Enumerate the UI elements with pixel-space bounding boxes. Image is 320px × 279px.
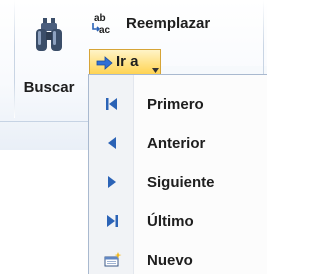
new-record-icon <box>104 252 122 268</box>
replace-button[interactable]: ab ac Reemplazar <box>90 10 240 38</box>
menu-item-label: Siguiente <box>147 174 215 191</box>
menu-item-last[interactable]: Último <box>89 202 268 240</box>
menu-item-label: Nuevo <box>147 252 193 269</box>
svg-text:ac: ac <box>99 25 111 36</box>
goto-dropdown-menu: Primero Anterior Siguiente Último Nuevo <box>88 74 267 274</box>
arrow-right-icon <box>96 56 114 70</box>
ribbon-divider <box>0 121 93 122</box>
menu-item-label: Primero <box>147 96 204 113</box>
next-record-icon <box>104 174 120 190</box>
menu-item-next[interactable]: Siguiente <box>89 163 268 201</box>
chevron-down-icon <box>152 60 159 73</box>
goto-button-label: Ir a <box>116 53 139 70</box>
binoculars-icon <box>34 18 64 54</box>
menu-item-label: Anterior <box>147 135 206 152</box>
find-button-label: Buscar <box>23 79 75 96</box>
previous-record-icon <box>104 135 120 151</box>
menu-item-first[interactable]: Primero <box>89 85 268 123</box>
menu-item-label: Último <box>147 213 194 230</box>
first-record-icon <box>104 96 120 112</box>
replace-ab-ac-icon: ab ac <box>90 12 114 36</box>
svg-text:ab: ab <box>94 13 106 24</box>
menu-item-new[interactable]: Nuevo <box>89 241 268 279</box>
find-button[interactable]: Buscar <box>16 10 82 116</box>
replace-button-label: Reemplazar <box>126 15 211 32</box>
menu-item-previous[interactable]: Anterior <box>89 124 268 162</box>
goto-button[interactable]: Ir a <box>89 49 161 75</box>
last-record-icon <box>104 213 120 229</box>
group-separator <box>14 0 15 118</box>
